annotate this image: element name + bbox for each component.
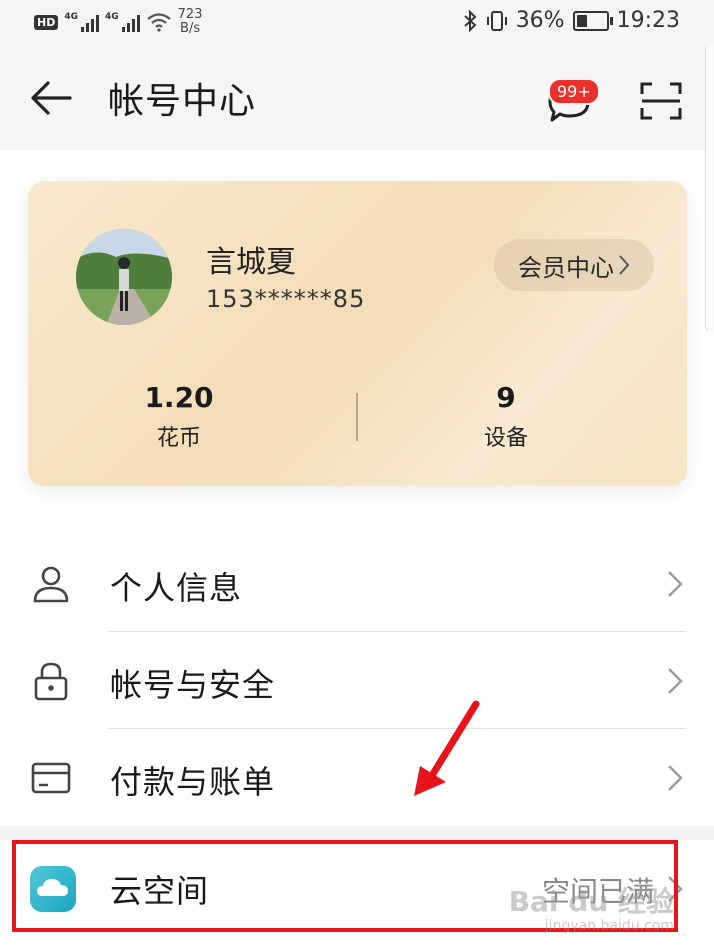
network-speed: 723 B/s bbox=[178, 8, 203, 36]
title-bar: 帐号中心 99+ bbox=[0, 46, 714, 150]
stat-coins-value: 1.20 bbox=[144, 381, 214, 414]
member-center-label: 会员中心 bbox=[518, 253, 614, 282]
section-gap bbox=[0, 826, 714, 840]
watermark: Bai du 经验 bbox=[508, 885, 674, 918]
wifi-icon bbox=[146, 13, 171, 32]
bluetooth-icon bbox=[464, 9, 477, 32]
account-name: 言城夏 bbox=[206, 245, 296, 280]
stat-coins[interactable]: 1.20 花币 bbox=[79, 381, 279, 452]
card-icon bbox=[31, 762, 71, 794]
vibrate-icon bbox=[486, 10, 507, 31]
network-speed-unit: B/s bbox=[180, 21, 201, 36]
watermark-url: jingyan.baidu.com bbox=[544, 918, 674, 934]
page-title: 帐号中心 bbox=[108, 81, 257, 122]
account-phone: 153******85 bbox=[206, 285, 366, 313]
hd-indicator: HD bbox=[34, 14, 59, 30]
cloud-icon bbox=[30, 866, 76, 912]
chevron-right-icon bbox=[668, 668, 683, 694]
account-card: 言城夏 153******85 会员中心 1.20 花币 9 设备 bbox=[28, 181, 687, 486]
member-center-button[interactable]: 会员中心 bbox=[494, 239, 654, 291]
battery-icon bbox=[572, 10, 613, 31]
status-left: HD 4G 4G 723 B/s bbox=[34, 8, 202, 36]
battery-percent: 36% bbox=[515, 8, 565, 33]
chevron-right-icon bbox=[668, 571, 683, 597]
avatar-photo bbox=[76, 229, 172, 325]
stat-devices-label: 设备 bbox=[483, 426, 528, 451]
menu-item-payment-billing[interactable]: 付款与账单 bbox=[0, 729, 714, 826]
sim1-network-label: 4G bbox=[64, 12, 78, 22]
chevron-right-icon bbox=[619, 255, 630, 275]
menu-item-label: 付款与账单 bbox=[110, 763, 276, 801]
clock-time: 19:23 bbox=[616, 8, 680, 33]
message-badge: 99+ bbox=[548, 78, 600, 105]
menu-item-account-security[interactable]: 帐号与安全 bbox=[0, 632, 714, 729]
cloud-space-label: 云空间 bbox=[110, 872, 210, 910]
person-icon bbox=[33, 566, 69, 603]
signal-sim2-icon: 4G bbox=[105, 12, 140, 32]
status-right: 36% 19:23 bbox=[462, 8, 680, 33]
menu-item-label: 帐号与安全 bbox=[110, 666, 276, 704]
stat-coins-label: 花币 bbox=[156, 426, 201, 451]
avatar[interactable] bbox=[76, 229, 172, 325]
signal-sim1-icon: 4G bbox=[64, 12, 99, 32]
network-speed-value: 723 bbox=[177, 7, 203, 22]
menu-item-personal-info[interactable]: 个人信息 bbox=[0, 535, 714, 632]
stat-divider bbox=[356, 393, 358, 441]
settings-menu: 个人信息 帐号与安全 付款与账单 云空间 空间已满 bbox=[0, 535, 714, 930]
lock-icon bbox=[34, 662, 68, 701]
back-arrow-icon[interactable] bbox=[26, 78, 76, 118]
stat-devices-value: 9 bbox=[496, 381, 516, 414]
menu-item-label: 个人信息 bbox=[110, 569, 243, 607]
chevron-right-icon bbox=[668, 765, 683, 791]
sim2-network-label: 4G bbox=[105, 12, 119, 22]
status-bar: HD 4G 4G 723 B/s 36% 19:23 bbox=[0, 0, 714, 46]
scan-icon[interactable] bbox=[640, 82, 682, 120]
scroll-indicator bbox=[705, 44, 714, 332]
stat-devices[interactable]: 9 设备 bbox=[406, 381, 606, 452]
